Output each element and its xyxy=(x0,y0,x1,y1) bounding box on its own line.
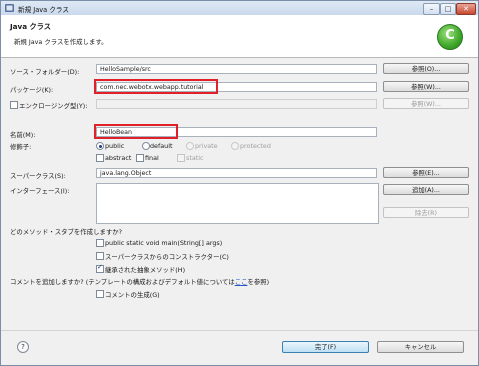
modifiers-label: 修飾子: xyxy=(10,143,32,151)
new-class-wizard-icon: C xyxy=(437,24,463,50)
remove-interface-button[interactable]: 除去(R) xyxy=(383,207,469,218)
title-bar: 新規 Java クラス – □ ✕ xyxy=(1,1,478,15)
abstract-label: abstract xyxy=(105,154,132,162)
minimize-icon: – xyxy=(429,5,434,13)
maximize-button[interactable]: □ xyxy=(440,3,456,15)
maximize-icon: □ xyxy=(444,5,452,13)
modifier-private-label: private xyxy=(195,142,218,150)
minimize-button[interactable]: – xyxy=(423,3,440,15)
main-method-checkbox[interactable] xyxy=(96,239,104,247)
source-folder-label: ソース・フォルダー(D): xyxy=(10,68,80,76)
finish-button[interactable]: 完了(F) xyxy=(282,341,369,353)
modifier-public-radio[interactable] xyxy=(96,142,104,150)
comments-question: コメントを追加しますか? (テンプレートの構成およびデフォルト値についてはここを… xyxy=(10,277,269,286)
final-checkbox[interactable] xyxy=(136,154,144,162)
eclipse-window-icon xyxy=(5,4,14,12)
modifier-protected-radio[interactable] xyxy=(231,142,239,150)
name-highlight xyxy=(94,124,178,139)
close-button[interactable]: ✕ xyxy=(456,3,476,15)
comments-question-suffix: を参照) xyxy=(247,278,270,286)
package-browse-button[interactable]: 参照(W)... xyxy=(383,81,469,92)
wizard-description: 新規 Java クラスを作成します。 xyxy=(14,38,108,46)
modifier-private-radio[interactable] xyxy=(186,142,194,150)
dialog-window: 新規 Java クラス – □ ✕ Java クラス 新規 Java クラスを作… xyxy=(0,0,479,366)
stubs-question: どのメソッド・スタブを作成しますか? xyxy=(10,228,123,236)
enclosing-type-label: エンクロージング型(Y): xyxy=(19,102,88,110)
generate-comments-label: コメントの生成(G) xyxy=(105,291,160,299)
superclass-label: スーパークラス(S): xyxy=(10,172,66,180)
interfaces-list[interactable] xyxy=(96,183,379,224)
static-label: static xyxy=(186,154,204,162)
help-icon[interactable]: ? xyxy=(17,341,29,353)
add-interface-button[interactable]: 追加(A)... xyxy=(383,184,469,195)
name-label: 名前(M): xyxy=(10,131,36,139)
inherited-methods-checkbox[interactable] xyxy=(96,263,104,273)
inherited-methods-label: 継承された抽象メソッド(H) xyxy=(105,266,186,274)
generate-comments-checkbox[interactable] xyxy=(96,290,104,298)
wizard-header: Java クラス 新規 Java クラスを作成します。 xyxy=(1,15,478,58)
enclosing-type-browse-button[interactable]: 参照(W)... xyxy=(383,98,469,109)
source-folder-input[interactable]: HelloSample/src xyxy=(96,64,377,74)
modifier-default-label: default xyxy=(150,142,173,150)
package-highlight xyxy=(94,79,218,94)
enclosing-type-checkbox[interactable] xyxy=(10,101,18,109)
wizard-title: Java クラス xyxy=(10,22,51,31)
modifier-public-label: public xyxy=(105,142,125,150)
source-folder-browse-button[interactable]: 参照(O)... xyxy=(383,63,469,74)
final-label: final xyxy=(145,154,159,162)
wizard-icon-letter: C xyxy=(445,28,455,43)
interfaces-label: インターフェース(I): xyxy=(10,187,70,195)
package-label: パッケージ(K): xyxy=(10,86,54,94)
constructors-checkbox[interactable] xyxy=(96,252,104,260)
superclass-browse-button[interactable]: 参照(E)... xyxy=(383,167,469,178)
close-icon: ✕ xyxy=(463,5,469,13)
superclass-input[interactable]: java.lang.Object xyxy=(96,168,377,178)
abstract-checkbox[interactable] xyxy=(96,154,104,162)
constructors-label: スーパークラスからのコンストラクター(C) xyxy=(105,253,229,261)
templates-link[interactable]: ここ xyxy=(235,278,248,286)
comments-question-text: コメントを追加しますか? (テンプレートの構成およびデフォルト値については xyxy=(10,278,235,286)
window-title: 新規 Java クラス xyxy=(18,6,69,14)
modifier-protected-label: protected xyxy=(240,142,271,150)
enclosing-type-input[interactable] xyxy=(96,99,377,109)
static-checkbox[interactable] xyxy=(177,154,185,162)
main-method-label: public static void main(String[] args) xyxy=(105,239,223,247)
modifier-default-radio[interactable] xyxy=(142,142,150,150)
cancel-button[interactable]: キャンセル xyxy=(377,341,464,353)
